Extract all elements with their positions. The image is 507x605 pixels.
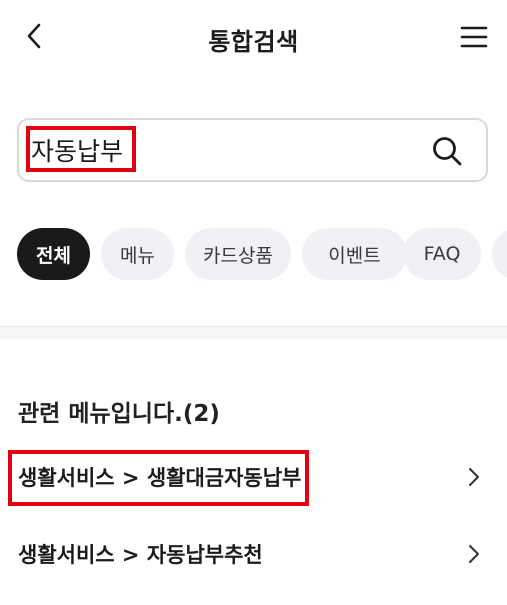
result-item-label: 생활서비스 > 생활대금자동납부 [18,466,302,490]
search-button[interactable] [430,134,464,168]
filter-chips: 전체 메뉴 카드상품 이벤트 FAQ [17,228,507,280]
search-icon [433,137,462,166]
search-box [17,118,488,182]
chevron-right-icon [469,468,479,486]
section-divider [0,326,507,339]
chip-events[interactable]: 이벤트 [302,228,407,280]
chip-menu[interactable]: 메뉴 [101,228,174,280]
chevron-right-icon [469,545,479,563]
chip-card-products[interactable]: 카드상품 [185,228,291,280]
result-item[interactable]: 생활서비스 > 자동납부추천 [0,527,507,583]
result-item[interactable]: 생활서비스 > 생활대금자동납부 [0,450,507,506]
result-item-label: 생활서비스 > 자동납부추천 [18,543,263,567]
results-section-title: 관련 메뉴입니다.(2) [18,401,220,427]
chip-more-partial[interactable] [492,228,507,280]
header-bar: 통합검색 [0,0,507,78]
hamburger-menu-icon [460,26,488,48]
page-title: 통합검색 [208,28,299,56]
chip-faq[interactable]: FAQ [403,228,481,280]
menu-button[interactable] [457,20,491,54]
chip-all[interactable]: 전체 [17,228,90,280]
search-input[interactable] [31,130,411,170]
